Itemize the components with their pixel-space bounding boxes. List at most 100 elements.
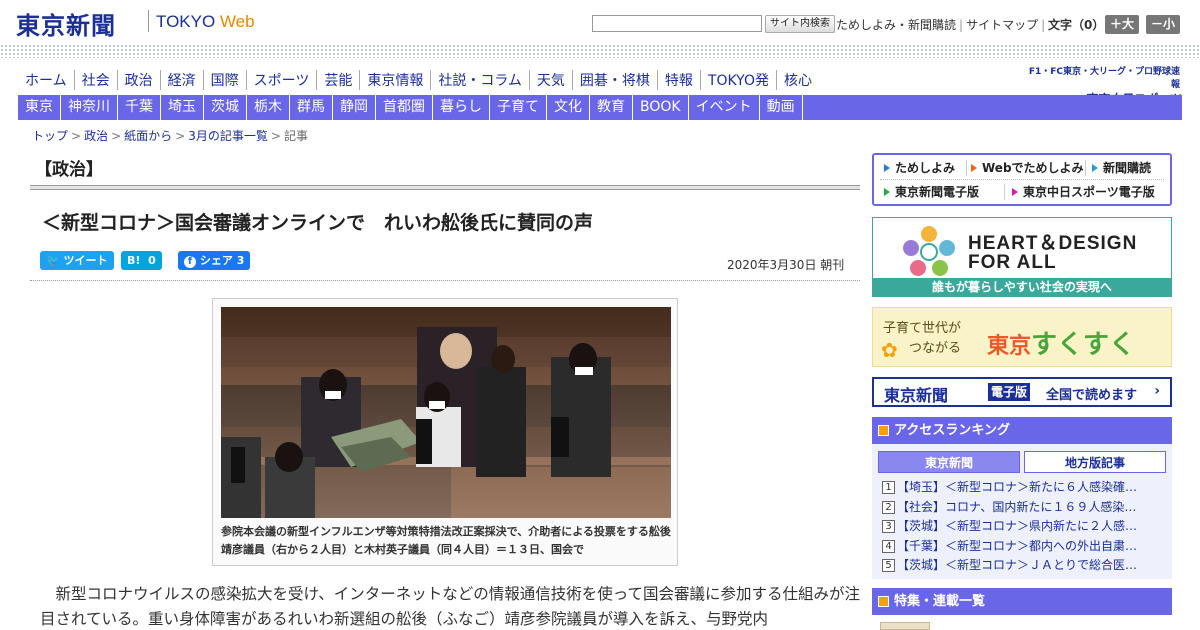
trial-link[interactable]: ためしよみ [884, 159, 955, 176]
subscribe-link[interactable]: 新聞購読 [1092, 159, 1151, 176]
ranking-item[interactable]: 2 【社会】コロナ、国内新たに１６９人感染… [882, 498, 1158, 518]
triangle-icon [1092, 164, 1098, 172]
article-paragraph: 新型コロナウイルスの感染拡大を受け、インターネットなどの情報通信技術を使って国会… [40, 585, 860, 628]
ranking-item-text: 【千葉】＜新型コロナ＞都内への外出自粛… [897, 538, 1138, 553]
breadcrumb-top[interactable]: トップ [32, 129, 68, 143]
nav-item-economy[interactable]: 経済 [159, 70, 203, 90]
digital-edition-link[interactable]: 東京新聞電子版 [884, 183, 979, 200]
ranking-item[interactable]: 1 【埼玉】＜新型コロナ＞新たに６人感染確… [882, 478, 1158, 498]
epaper-badge: 電子版 [988, 383, 1031, 401]
nav-item-politics[interactable]: 政治 [116, 70, 160, 90]
nav2-item-tokyo[interactable]: 東京 [18, 95, 61, 120]
ranking-item-text: 【社会】コロナ、国内新たに１６９人感染… [897, 499, 1137, 514]
breadcrumb-sep: > [71, 129, 82, 143]
nav2-item-video[interactable]: 動画 [760, 95, 803, 120]
breadcrumb-print[interactable]: 紙面から [124, 129, 172, 143]
ranking-item[interactable]: 4 【千葉】＜新型コロナ＞都内への外出自粛… [882, 537, 1158, 557]
link-divider [1004, 184, 1005, 200]
nav2-item-kosodate[interactable]: 子育て [490, 95, 547, 120]
nav2-item-bunka[interactable]: 文化 [547, 95, 590, 120]
site-logo[interactable]: 東京新聞 [16, 6, 116, 41]
tokyo-web-logo[interactable]: TOKYO Web [156, 12, 255, 32]
nav2-item-kyoiku[interactable]: 教育 [590, 95, 633, 120]
nav2-item-saitama[interactable]: 埼玉 [161, 95, 204, 120]
nav-item-home[interactable]: ホーム [18, 70, 74, 90]
article-photo[interactable] [221, 307, 671, 518]
nav2-item-event[interactable]: イベント [689, 95, 760, 120]
breadcrumb-march-list[interactable]: 3月の記事一覧 [188, 129, 268, 143]
nav2-item-chiba[interactable]: 千葉 [118, 95, 161, 120]
tweet-button[interactable]: 🐦 ツイート [40, 251, 114, 270]
nav-item-weather[interactable]: 天気 [528, 70, 572, 90]
chunichi-digital-link[interactable]: 東京中日スポーツ電子版 [1012, 183, 1155, 200]
subscribe-link-label: 新聞購読 [1103, 161, 1152, 175]
rank-number: 2 [882, 500, 895, 514]
article-date: 2020年3月30日 朝刊 [727, 258, 845, 272]
dotted-divider [0, 44, 1200, 58]
facebook-share-button[interactable]: f シェア 3 [178, 251, 251, 270]
chevron-right-icon: › [1154, 383, 1160, 399]
ranking-item[interactable]: 5 【茨城】＜新型コロナ＞ＪＡとりで総合医… [882, 556, 1158, 576]
primary-nav: ホーム 社会 政治 経済 国際 スポーツ 芸能 東京情報 社説・コラム 天気 囲碁・将棋 特報 TOKY… [18, 70, 819, 90]
heart-design-title-line2: FOR ALL [968, 252, 1057, 273]
nav2-item-shizuoka[interactable]: 静岡 [333, 95, 376, 120]
sukusuku-banner[interactable]: 子育て世代が ✿ つながる 東京すくすく [872, 307, 1172, 367]
nav2-item-gunma[interactable]: 群馬 [290, 95, 333, 120]
ranking-item[interactable]: 3 【茨城】＜新型コロナ＞県内新たに２人感… [882, 517, 1158, 537]
nav-item-entertainment[interactable]: 芸能 [316, 70, 359, 90]
nav2-item-ibaraki[interactable]: 茨城 [204, 95, 247, 120]
ranking-tab-tokyo[interactable]: 東京新聞 [878, 451, 1020, 473]
article-photo-figure: 参院本会議の新型インフルエンザ等対策特措法改正案採決で、介助者による投票をする舩… [212, 298, 678, 566]
nav-item-tokuho[interactable]: 特報 [656, 70, 700, 90]
logo-sub-accent: Web [219, 12, 255, 31]
site-search-input[interactable] [592, 15, 762, 32]
nav-item-society[interactable]: 社会 [73, 70, 117, 90]
triangle-icon [971, 164, 977, 172]
nav-item-sports[interactable]: スポーツ [245, 70, 317, 90]
nav-item-igo-shogi[interactable]: 囲碁・将棋 [571, 70, 657, 90]
nav-item-international[interactable]: 国際 [202, 70, 246, 90]
feature-thumbnail[interactable] [880, 622, 930, 630]
flower-icon: ✿ [881, 338, 898, 362]
nav2-item-book[interactable]: BOOK [633, 95, 689, 120]
photo-caption: 参院本会議の新型インフルエンザ等対策特措法改正案採決で、介助者による投票をする舩… [221, 525, 671, 556]
heart-design-banner[interactable]: HEART＆DESIGN FOR ALL 誰もが暮らしやすい社会の実現へ [872, 217, 1172, 297]
article-header-divider [30, 280, 860, 281]
nav-item-editorial[interactable]: 社説・コラム [430, 70, 529, 90]
chunichi-digital-link-label: 東京中日スポーツ電子版 [1023, 185, 1155, 199]
facebook-icon: f [184, 256, 196, 268]
sukusuku-brand-b: すくすく [1031, 330, 1136, 360]
site-header: 東京新聞 TOKYO Web サイト内検索 ためしよみ・新聞購読 | サイトマップ |… [0, 0, 1200, 46]
square-bullet-icon [878, 596, 889, 607]
ranking-item-text: 【茨城】＜新型コロナ＞県内新たに２人感… [897, 519, 1138, 533]
font-size-decrease-button[interactable]: －小 [1146, 15, 1181, 34]
hatena-bookmark-button[interactable]: B! 0 [121, 251, 162, 270]
web-trial-link[interactable]: Webでためしよみ [971, 159, 1084, 176]
nav2-item-kurashi[interactable]: 暮らし [433, 95, 490, 120]
sitemap-link[interactable]: サイトマップ [966, 18, 1038, 32]
nav-item-tokyo-hatsu[interactable]: TOKYO発 [699, 70, 776, 90]
article-body: 新型コロナウイルスの感染拡大を受け、インターネットなどの情報通信技術を使って国会… [40, 582, 862, 630]
triangle-icon [1012, 188, 1018, 196]
nav-item-tokyo-info[interactable]: 東京情報 [359, 70, 430, 90]
ranking-tab-local[interactable]: 地方版記事 [1024, 451, 1166, 473]
font-size-increase-button[interactable]: ＋大 [1105, 15, 1140, 34]
trial-link-label: ためしよみ [895, 161, 956, 175]
epaper-banner[interactable]: 東京新聞 電子版 全国で読めます › [872, 377, 1172, 407]
breadcrumb-politics[interactable]: 政治 [84, 129, 108, 143]
square-bullet-icon [878, 425, 889, 436]
breadcrumb-sep: > [270, 129, 281, 143]
nav-item-kakushin[interactable]: 核心 [775, 70, 819, 90]
chunichi-sports-banner[interactable]: F1・FC東京・大リーグ・プロ野球速報 東京中日スポーツ [1020, 64, 1180, 106]
site-search-button[interactable]: サイト内検索 [765, 15, 835, 33]
nav2-item-tochigi[interactable]: 栃木 [247, 95, 290, 120]
trial-subscribe-link[interactable]: ためしよみ・新聞購読 [836, 18, 956, 32]
nav2-item-kanagawa[interactable]: 神奈川 [61, 95, 118, 120]
triangle-icon [884, 164, 890, 172]
ranking-item-text: 【埼玉】＜新型コロナ＞新たに６人感染確… [897, 480, 1138, 494]
rank-number: 1 [882, 481, 895, 494]
digital-edition-link-label: 東京新聞電子版 [895, 185, 980, 199]
nav2-item-shutoken[interactable]: 首都圏 [376, 95, 433, 120]
header-link-sep: | [959, 18, 964, 32]
epaper-message: 全国で読めます [1046, 388, 1138, 403]
